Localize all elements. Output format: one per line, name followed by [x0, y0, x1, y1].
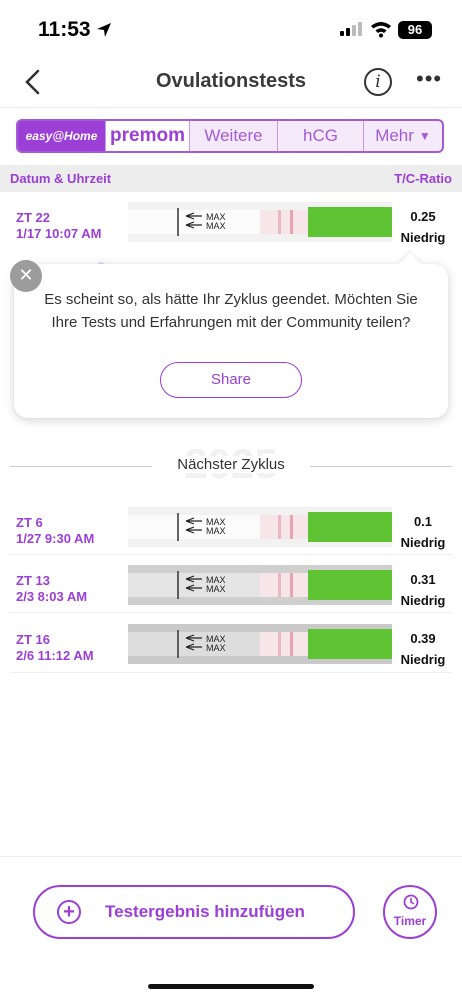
tab-premom[interactable]: premom — [106, 121, 190, 151]
max-label: MAX — [206, 221, 226, 231]
test-day: ZT 22 1/17 10:07 AM — [16, 210, 102, 242]
share-button[interactable]: Share — [160, 362, 302, 398]
ratio-value: 0.1 — [413, 514, 433, 529]
page-title: Ovulationstests — [155, 70, 307, 92]
add-test-result-label: Testergebnis hinzufügen — [105, 902, 305, 921]
column-tc-ratio: T/C-Ratio — [394, 171, 452, 186]
cycle-day: ZT 6 — [16, 515, 43, 530]
tc-ratio: 0.1 Niedrig — [398, 511, 448, 553]
test-strip-drawing: MAXMAX — [128, 624, 392, 664]
result-window — [260, 632, 308, 656]
ratio-value: 0.31 — [410, 572, 436, 587]
cycle-day: ZT 16 — [16, 632, 50, 647]
result-window — [260, 573, 308, 597]
max-label: MAX — [206, 584, 226, 594]
plus-circle-icon: + — [57, 900, 81, 924]
tab-label: Weitere — [204, 126, 263, 145]
more-options-icon[interactable]: ••• — [416, 66, 442, 92]
max-label: MAX — [206, 643, 226, 653]
popup-pointer — [398, 252, 422, 276]
row-divider — [10, 612, 452, 613]
test-strip-drawing: MAXMAX — [128, 565, 392, 605]
status-bar: 11:53 96 — [0, 0, 462, 56]
location-arrow-icon — [97, 23, 111, 37]
test-strip-drawing: MAXMAX — [128, 202, 392, 242]
control-line — [290, 632, 293, 656]
cycle-ended-popup: ✕ Es scheint so, als hätte Ihr Zyklus ge… — [10, 252, 448, 418]
test-datetime: 1/17 10:07 AM — [16, 226, 102, 241]
table-header: Datum & Uhrzeit T/C-Ratio — [0, 165, 462, 192]
strip-handle — [308, 512, 392, 542]
tc-ratio: 0.31 Niedrig — [398, 569, 448, 611]
tab-easy-at-home[interactable]: easy@Home — [18, 121, 106, 151]
brand-tabs: easy@Home premom Weitere hCG Mehr ▼ — [16, 119, 444, 153]
timer-button[interactable]: Timer — [383, 885, 437, 939]
caret-down-icon: ▼ — [418, 129, 431, 143]
test-line — [278, 210, 281, 234]
test-row[interactable]: ZT 16 2/6 11:12 AM MAX MAX 0.39 Niedrig — [10, 620, 452, 678]
clock-icon — [403, 894, 419, 910]
strip-handle — [308, 570, 392, 600]
control-line — [290, 210, 293, 234]
test-day: ZT 13 2/3 8:03 AM — [16, 573, 87, 605]
tab-label: Mehr — [375, 126, 414, 145]
next-cycle-label: Nächster Zyklus — [167, 456, 295, 473]
add-test-result-button[interactable]: + Testergebnis hinzufügen — [33, 885, 355, 939]
ratio-level: Niedrig — [400, 593, 446, 608]
tc-ratio: 0.39 Niedrig — [398, 628, 448, 670]
cycle-day: ZT 13 — [16, 573, 50, 588]
test-datetime: 2/3 8:03 AM — [16, 589, 88, 604]
info-icon[interactable]: i — [364, 68, 392, 96]
timer-label: Timer — [393, 914, 427, 928]
status-time: 11:53 — [38, 18, 91, 41]
ratio-level: Niedrig — [400, 652, 446, 667]
test-strip-image: MAX MAX — [128, 202, 392, 242]
tab-label: hCG — [303, 126, 338, 145]
wifi-icon — [371, 22, 391, 38]
cellular-signal-icon — [340, 22, 362, 36]
test-row[interactable]: ZT 22 1/17 10:07 AM MAX MAX 0.25 Niedrig — [10, 198, 452, 256]
cycle-divider: 2025 Nächster Zyklus — [0, 440, 462, 487]
test-line — [278, 573, 281, 597]
test-strip-image: MAX MAX — [128, 624, 392, 664]
max-label: MAX — [206, 526, 226, 536]
row-divider — [10, 672, 452, 673]
tab-label: premom — [110, 125, 185, 146]
test-strip-image: MAX MAX — [128, 507, 392, 547]
result-window — [260, 210, 308, 234]
tab-weitere[interactable]: Weitere — [190, 121, 278, 151]
tc-ratio: 0.25 Niedrig — [398, 206, 448, 248]
test-datetime: 2/6 11:12 AM — [16, 648, 94, 663]
tab-hcg[interactable]: hCG — [278, 121, 364, 151]
result-window — [260, 515, 308, 539]
test-strip-drawing: MAXMAX — [128, 507, 392, 547]
ratio-level: Niedrig — [400, 230, 446, 245]
strip-handle — [308, 207, 392, 237]
test-row[interactable]: ZT 13 2/3 8:03 AM MAX MAX 0.31 Niedrig — [10, 561, 452, 619]
test-day: ZT 6 1/27 9:30 AM — [16, 515, 94, 547]
test-line — [278, 632, 281, 656]
row-divider — [10, 554, 452, 555]
cycle-day: ZT 22 — [16, 210, 50, 225]
control-line — [290, 515, 293, 539]
tab-mehr[interactable]: Mehr ▼ — [364, 121, 442, 151]
test-datetime: 1/27 9:30 AM — [16, 531, 95, 546]
test-line — [278, 515, 281, 539]
strip-handle — [308, 629, 392, 659]
test-strip-image: MAX MAX — [128, 565, 392, 605]
test-day: ZT 16 2/6 11:12 AM — [16, 632, 94, 664]
ratio-level: Niedrig — [400, 535, 446, 550]
ratio-value: 0.25 — [410, 209, 436, 224]
ratio-value: 0.39 — [410, 631, 436, 646]
popup-message: Es scheint so, als hätte Ihr Zyklus geen… — [44, 291, 418, 331]
test-row[interactable]: ZT 6 1/27 9:30 AM MAX MAX 0.1 Niedrig — [10, 503, 452, 561]
control-line — [290, 573, 293, 597]
bottom-divider — [0, 856, 462, 857]
column-date-time: Datum & Uhrzeit — [10, 171, 112, 186]
home-indicator — [148, 984, 314, 989]
nav-header: Ovulationstests i ••• — [0, 56, 462, 108]
battery-indicator: 96 — [398, 21, 432, 39]
tab-label: easy@Home — [25, 129, 98, 143]
